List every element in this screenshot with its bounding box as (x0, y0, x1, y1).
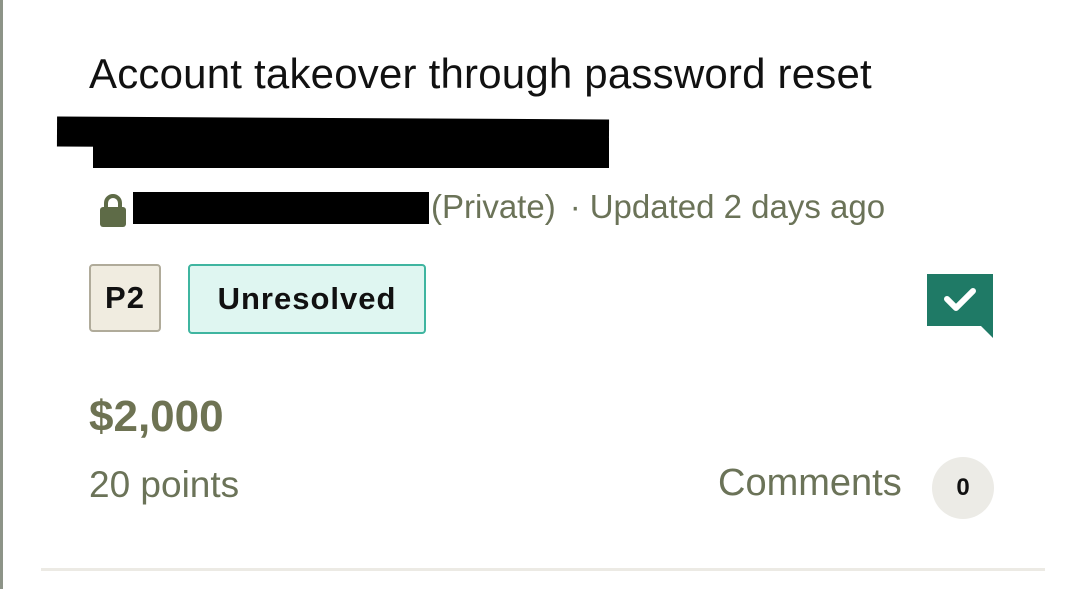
card-divider (41, 568, 1045, 571)
verified-comment-icon[interactable] (925, 270, 995, 340)
meta-text: (Private) · Updated 2 days ago (431, 188, 885, 226)
comments-count-badge[interactable]: 0 (932, 457, 994, 519)
meta-separator: · (569, 188, 581, 225)
updated-timestamp: Updated 2 days ago (589, 188, 886, 225)
report-card[interactable]: Account takeover through password reset … (3, 0, 1080, 589)
status-badge: Unresolved (188, 264, 426, 334)
lock-icon (100, 194, 126, 227)
report-meta: (Private) · Updated 2 days ago (89, 186, 989, 230)
redaction-bar (93, 138, 609, 168)
bounty-amount: $2,000 (89, 392, 224, 441)
redaction-bar (133, 192, 429, 224)
priority-badge: P2 (89, 264, 161, 332)
points-value: 20 points (89, 464, 240, 505)
report-title[interactable]: Account takeover through password reset (89, 50, 872, 98)
visibility-label: (Private) (431, 188, 556, 225)
comments-label[interactable]: Comments (718, 462, 902, 505)
